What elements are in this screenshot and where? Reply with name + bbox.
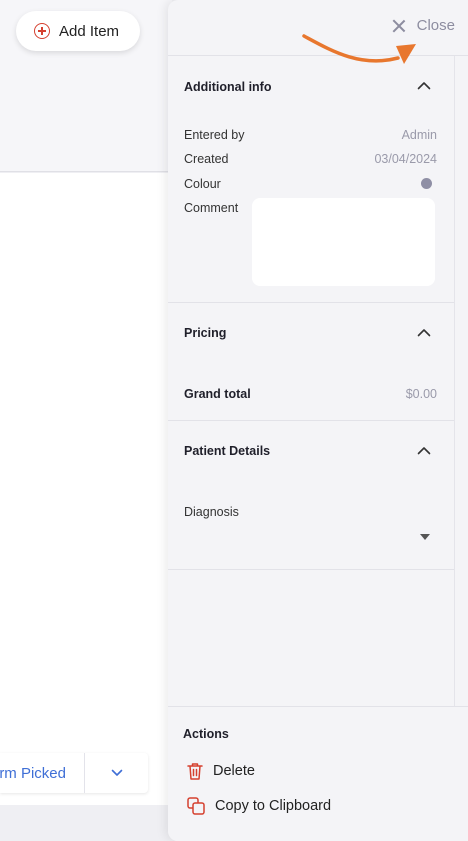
delete-label: Delete [213,763,255,779]
drawer-header: Close [168,0,468,56]
additional-info-title: Additional info [184,80,272,94]
confirm-picked-split-button: rm Picked [0,753,148,793]
entered-by-value: Admin [401,128,437,142]
background-footer [0,805,172,841]
chevron-down-icon [111,769,122,776]
scrollbar-track[interactable] [454,56,468,706]
chevron-up-icon[interactable] [417,81,431,90]
created-label: Created [184,152,229,166]
delete-button[interactable]: Delete [187,762,255,780]
copy-icon [187,797,205,815]
add-item-button[interactable]: Add Item [16,11,140,51]
close-button[interactable]: Close [393,17,455,34]
actions-title: Actions [183,727,229,741]
created-value: 03/04/2024 [374,152,437,166]
colour-swatch[interactable] [421,178,432,189]
trash-icon [187,763,203,780]
confirm-picked-button[interactable]: rm Picked [0,753,84,793]
confirm-picked-label: rm Picked [0,764,66,782]
details-drawer: Close Additional info Entered by Admin C… [168,0,468,841]
copy-label: Copy to Clipboard [215,798,332,814]
copy-to-clipboard-button[interactable]: Copy to Clipboard [187,797,331,815]
close-label: Close [416,17,455,34]
grand-total-value: $0.00 [405,387,437,401]
add-item-label: Add Item [59,22,120,40]
split-dropdown-toggle[interactable] [85,753,148,793]
actions-panel: Actions Delete Copy to Clipboard [168,706,468,841]
pricing-title: Pricing [184,326,227,340]
plus-circle-icon [34,23,50,39]
comment-field[interactable] [252,198,435,286]
entered-by-label: Entered by [184,128,245,142]
diagnosis-label: Diagnosis [184,505,239,519]
pricing-section: Pricing Grand total $0.00 [168,303,454,421]
comment-label: Comment [184,201,239,215]
diagnosis-select[interactable] [184,525,434,549]
patient-details-section: Patient Details Diagnosis [168,421,454,570]
grand-total-label: Grand total [184,387,251,401]
caret-down-icon [420,534,430,540]
background-content [0,173,172,805]
colour-label: Colour [184,177,221,191]
close-icon [393,20,405,32]
additional-info-section: Additional info Entered by Admin Created… [168,56,454,303]
chevron-up-icon[interactable] [417,446,431,455]
chevron-up-icon[interactable] [417,328,431,337]
patient-details-title: Patient Details [184,444,271,458]
